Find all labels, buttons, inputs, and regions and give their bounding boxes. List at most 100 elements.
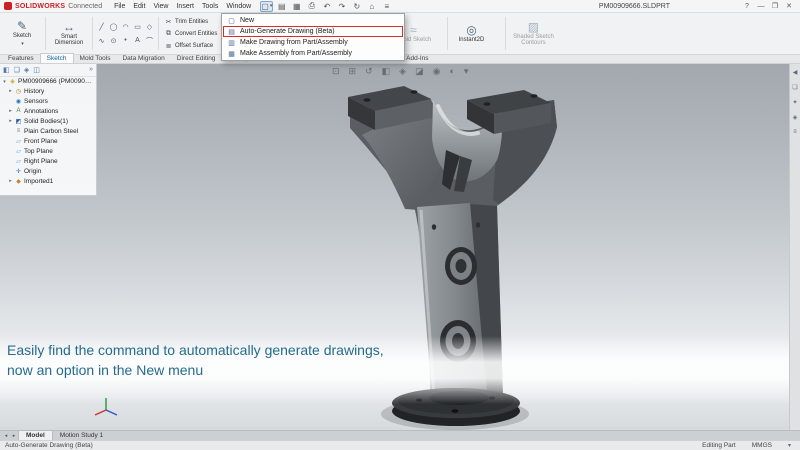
offset-surface-button[interactable]: ≣ Offset Surface	[162, 40, 219, 51]
expander-icon[interactable]: ▸	[8, 118, 13, 124]
zoom-area-icon[interactable]: ⊞	[349, 66, 357, 77]
new-dropdown-menu: ▢ New ▤ Auto-Generate Drawing (Beta) ▥ M…	[221, 13, 405, 61]
circle-tool-icon[interactable]: ◯	[108, 20, 119, 33]
previous-view-icon[interactable]: ↺	[365, 66, 373, 77]
propertymanager-tab-icon[interactable]: ❏	[14, 66, 20, 74]
custom-properties-icon[interactable]: ≡	[793, 129, 797, 135]
cm-tab-mold-tools[interactable]: Mold Tools	[74, 54, 117, 63]
menubar-item-tools[interactable]: Tools	[198, 3, 222, 10]
expander-icon[interactable]: ▸	[8, 178, 13, 184]
imported-feature-icon: ◆	[15, 178, 22, 185]
menu-item-new[interactable]: ▢ New	[223, 15, 403, 26]
new-button[interactable]: ▢ ▾	[260, 1, 273, 12]
expander-icon[interactable]: ▾	[2, 79, 7, 85]
tree-item-front-plane[interactable]: ▱ Front Plane	[0, 136, 96, 146]
tree-item-material[interactable]: ≡ Plain Carbon Steel	[0, 126, 96, 136]
tree-item-sensors[interactable]: ◉ Sensors	[0, 96, 96, 106]
tab-scroll-right-icon[interactable]: ▸	[10, 431, 18, 440]
sketch-button[interactable]: ✎ Sketch ▾	[2, 14, 42, 53]
expander-icon[interactable]: ▸	[8, 88, 13, 94]
tree-item-right-plane[interactable]: ▱ Right Plane	[0, 156, 96, 166]
home-button[interactable]: ⌂	[365, 1, 378, 12]
point-tool-icon[interactable]: •	[120, 34, 131, 47]
history-icon: ◷	[15, 88, 22, 95]
options-button[interactable]: ≡	[380, 1, 393, 12]
restore-button[interactable]: ❐	[768, 1, 782, 12]
design-library-icon[interactable]: ✦	[792, 99, 797, 106]
close-button[interactable]: ✕	[782, 1, 796, 12]
editing-mode-label: Editing Part	[702, 442, 736, 449]
smart-dimension-button[interactable]: ↔ Smart Dimension	[49, 14, 89, 53]
cm-tab-data-migration[interactable]: Data Migration	[116, 54, 170, 63]
menubar-item-insert[interactable]: Insert	[172, 3, 198, 10]
polygon-tool-icon[interactable]: ◇	[144, 20, 155, 33]
ribbon-separator	[505, 17, 506, 50]
ribbon-separator	[158, 17, 159, 50]
zoom-fit-icon[interactable]: ⊡	[332, 66, 340, 77]
cm-tab-sketch[interactable]: Sketch	[40, 53, 74, 63]
section-view-icon[interactable]: ◧	[382, 66, 391, 77]
tree-root-part[interactable]: ▾ ◈ PM00909666 (PM00909666) <<Def	[0, 77, 96, 86]
hide-show-icon[interactable]: ◉	[433, 66, 441, 77]
tab-scroll-left-icon[interactable]: ◂	[2, 431, 10, 440]
tree-item-solid-bodies[interactable]: ▸ ◩ Solid Bodies(1)	[0, 116, 96, 126]
undo-button[interactable]: ↶	[320, 1, 333, 12]
trim-entities-button[interactable]: ✂ Trim Entities	[162, 16, 219, 27]
appearances-icon[interactable]: ◈	[793, 114, 798, 121]
convert-entities-button[interactable]: ⧉ Convert Entities	[162, 28, 219, 39]
tree-item-imported1[interactable]: ▸ ◆ Imported1	[0, 176, 96, 186]
tab-motion-study-1[interactable]: Motion Study 1	[53, 431, 110, 440]
tab-model[interactable]: Model	[18, 431, 53, 440]
units-selector[interactable]: MMGS	[752, 442, 772, 449]
rectangle-tool-icon[interactable]: ▭	[132, 20, 143, 33]
spline-tool-icon[interactable]: ∿	[96, 34, 107, 47]
tree-item-annotations[interactable]: ▸ A Annotations	[0, 106, 96, 116]
centerline-tool-icon[interactable]: ⌒	[144, 34, 155, 47]
print-button[interactable]: ⎙	[305, 1, 318, 12]
tree-item-origin[interactable]: ✛ Origin	[0, 166, 96, 176]
make-drawing-icon: ▥	[227, 39, 236, 47]
tree-item-history[interactable]: ▸ ◷ History	[0, 86, 96, 96]
new-document-icon: ▢	[227, 17, 236, 25]
text-tool-icon[interactable]: A	[132, 34, 143, 47]
collapse-pane-icon[interactable]: ◀	[793, 69, 798, 76]
help-icon: ?	[745, 3, 749, 10]
menu-item-auto-generate-drawing[interactable]: ▤ Auto-Generate Drawing (Beta)	[223, 26, 403, 37]
featuremanager-tab-icon[interactable]: ◧	[3, 66, 10, 74]
plane-icon: ▱	[15, 158, 22, 165]
resources-icon[interactable]: ❏	[792, 84, 797, 91]
cm-tab-features[interactable]: Features	[2, 54, 40, 63]
open-button[interactable]: ▤	[275, 1, 288, 12]
display-style-icon[interactable]: ◪	[415, 66, 424, 77]
minimize-button[interactable]: —	[754, 1, 768, 12]
ellipse-tool-icon[interactable]: ⊙	[108, 34, 119, 47]
status-options-icon[interactable]: ▾	[788, 442, 791, 449]
status-message: Auto-Generate Drawing (Beta)	[5, 442, 93, 449]
undo-icon: ↶	[323, 2, 330, 11]
rebuild-button[interactable]: ↻	[350, 1, 363, 12]
save-button[interactable]: ▦	[290, 1, 303, 12]
rapid-sketch-icon: ≈	[410, 24, 417, 36]
help-button[interactable]: ?	[740, 1, 754, 12]
menubar-item-edit[interactable]: Edit	[129, 3, 149, 10]
expander-icon[interactable]: ▸	[8, 108, 13, 114]
cm-tab-direct-editing[interactable]: Direct Editing	[171, 54, 222, 63]
configurationmanager-tab-icon[interactable]: ◈	[24, 66, 29, 74]
expand-pane-icon[interactable]: »	[89, 66, 93, 74]
sketch-entities-group: ╱ ◯ ◠ ▭ ◇ ∿ ⊙ • A ⌒	[96, 14, 155, 53]
scene-settings-icon[interactable]: ▾	[464, 66, 469, 77]
menu-item-make-drawing[interactable]: ▥ Make Drawing from Part/Assembly	[223, 37, 403, 48]
edit-appearance-icon[interactable]: ◐	[449, 66, 454, 77]
menubar-item-window[interactable]: Window	[222, 3, 255, 10]
menu-item-make-assembly[interactable]: ▦ Make Assembly from Part/Assembly	[223, 48, 403, 59]
dimxpert-tab-icon[interactable]: ◫	[33, 66, 40, 74]
menubar-item-view[interactable]: View	[149, 3, 172, 10]
arc-tool-icon[interactable]: ◠	[120, 20, 131, 33]
line-tool-icon[interactable]: ╱	[96, 20, 107, 33]
redo-button[interactable]: ↷	[335, 1, 348, 12]
view-orientation-icon[interactable]: ◈	[399, 66, 406, 77]
instant2d-button[interactable]: ◎ Instant2D	[451, 14, 491, 53]
shaded-sketch-contours-button[interactable]: ▨ Shaded Sketch Contours	[509, 14, 557, 53]
menubar-item-file[interactable]: File	[110, 3, 129, 10]
tree-item-top-plane[interactable]: ▱ Top Plane	[0, 146, 96, 156]
